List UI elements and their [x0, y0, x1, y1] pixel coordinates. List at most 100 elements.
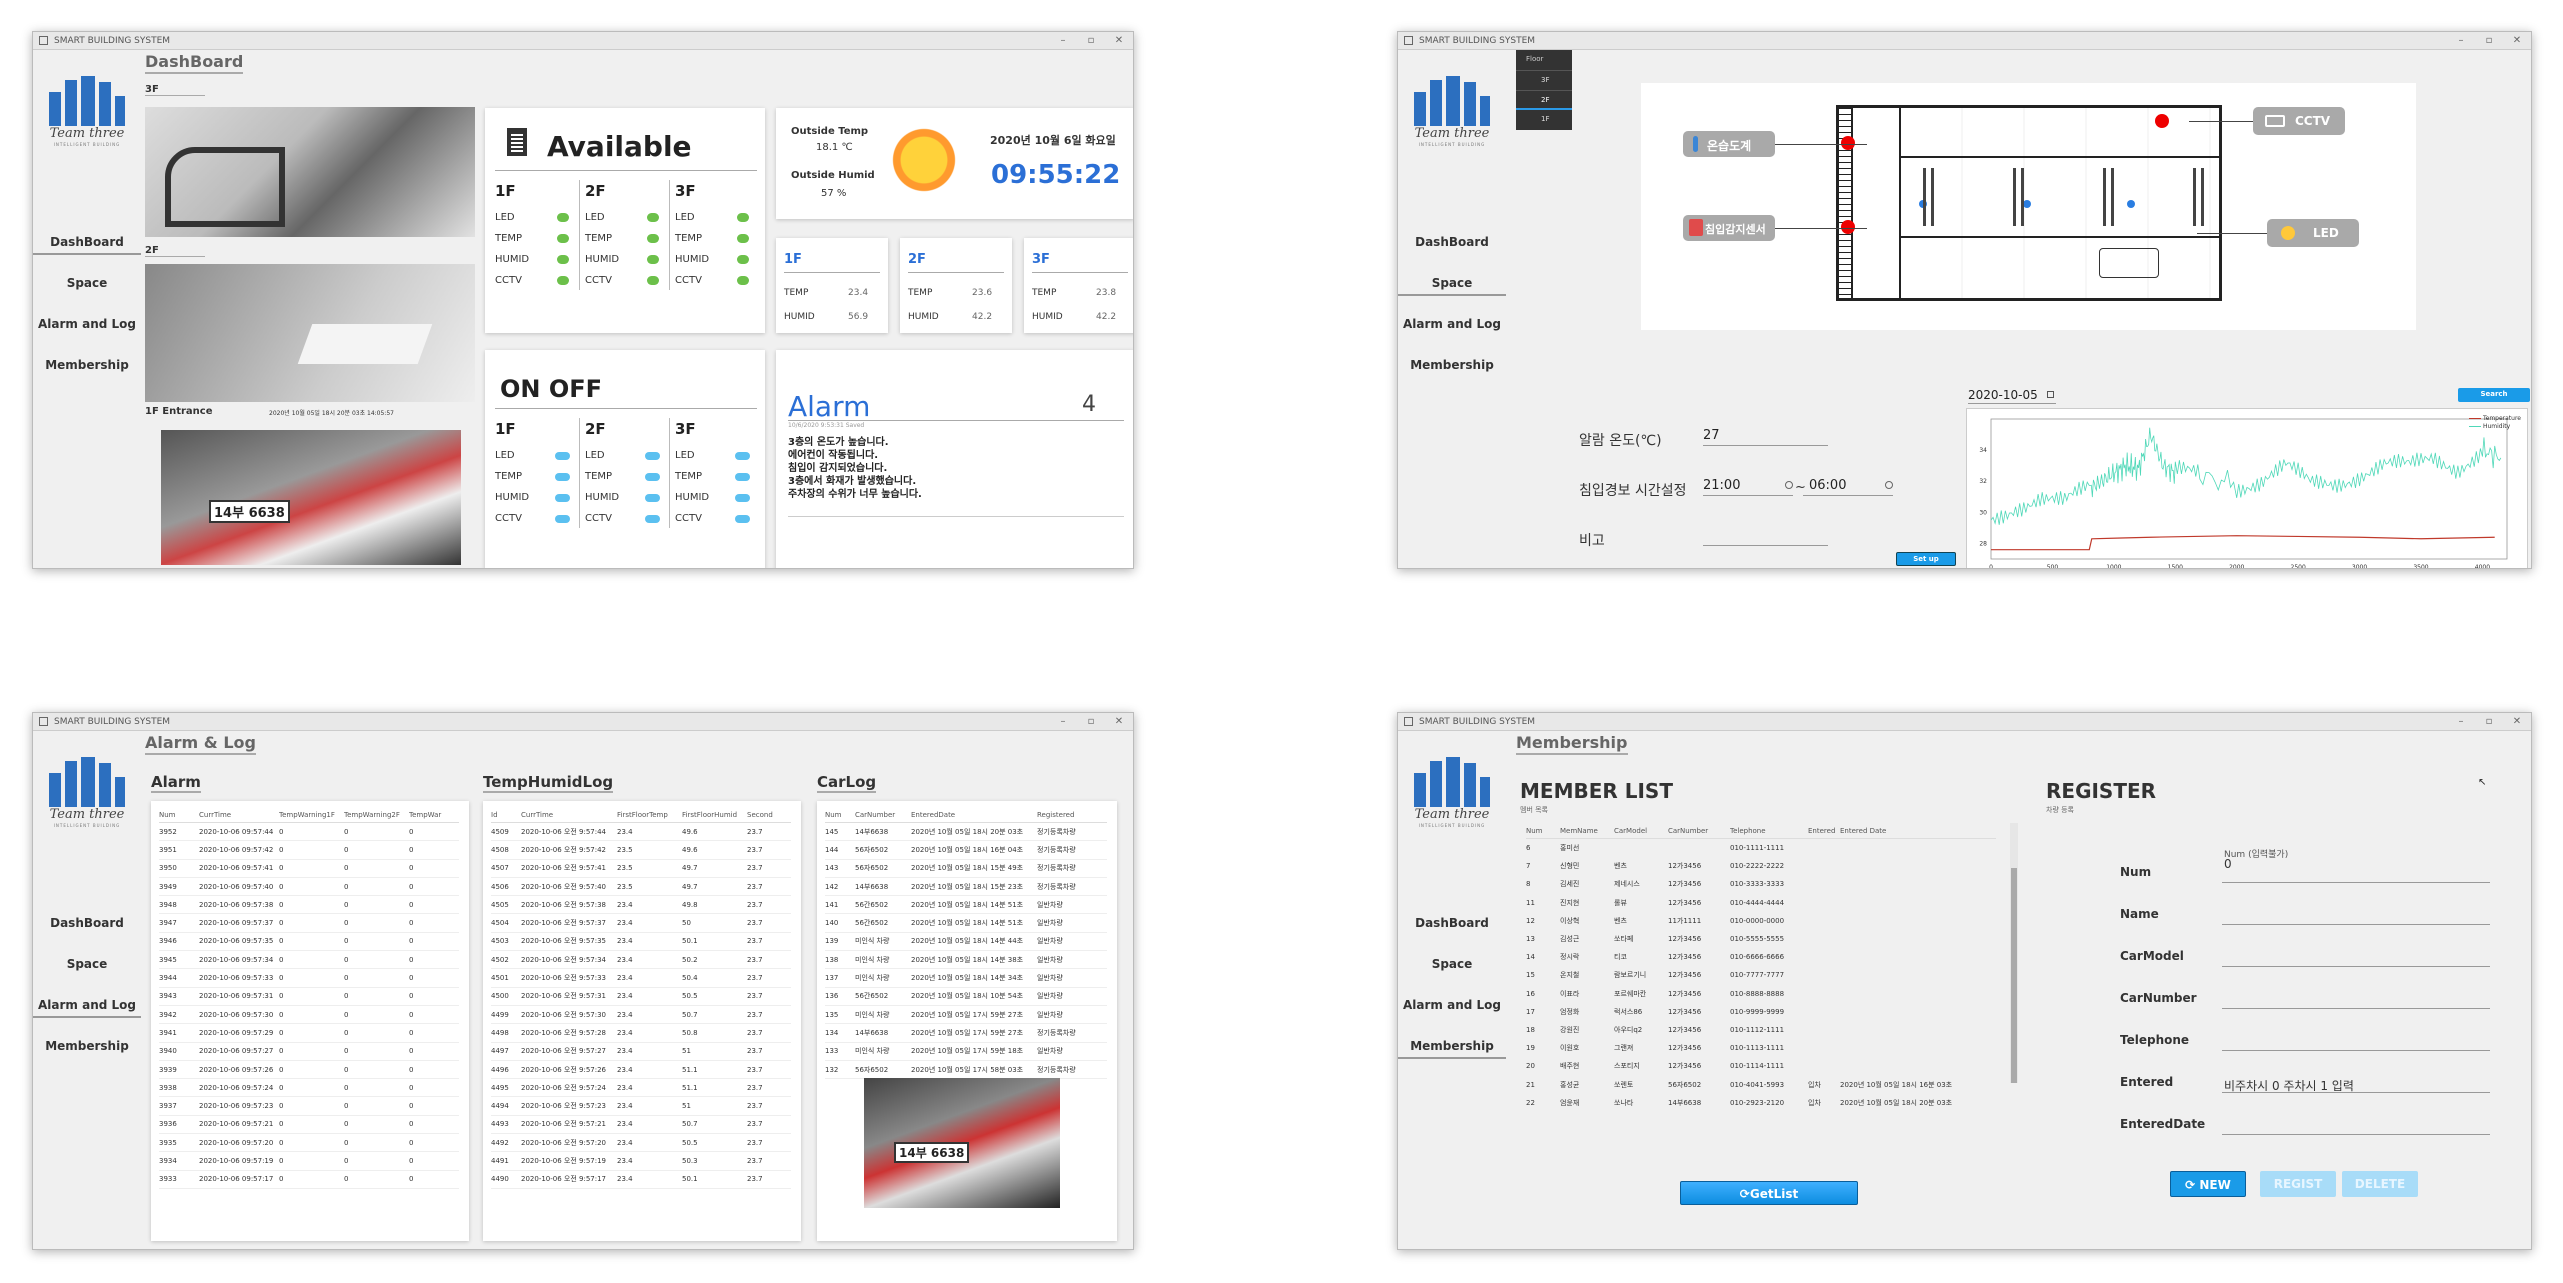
member-table-scrollbar[interactable] [2010, 823, 2018, 1083]
alarm-row[interactable]: 3948 2020-10-06 09:57:38 0 0 0 [159, 896, 459, 915]
column-header[interactable]: CarNumber [855, 811, 911, 819]
column-header[interactable]: CarNumber [1668, 827, 1730, 835]
alarm-row[interactable]: 3934 2020-10-06 09:57:19 0 0 0 [159, 1152, 459, 1171]
column-header[interactable]: EnteredDate [911, 811, 1037, 819]
field-input-carnumber[interactable] [2222, 989, 2490, 1009]
temp-row[interactable]: 4506 2020-10-06 오전 9:57:40 23.5 49.7 23.7 [491, 878, 791, 897]
maximize-button[interactable]: ▫ [2475, 716, 2503, 727]
column-header[interactable]: FirstFloorTemp [617, 811, 682, 819]
nav-space[interactable]: Space [33, 276, 141, 294]
member-row[interactable]: 6 홍미선 010-1111-1111 [1526, 839, 1996, 857]
toggle-switch[interactable] [555, 473, 570, 481]
temp-row[interactable]: 4494 2020-10-06 오전 9:57:23 23.4 51 23.7 [491, 1097, 791, 1116]
nav-dashboard[interactable]: DashBoard [33, 916, 141, 934]
temp-row[interactable]: 4491 2020-10-06 오전 9:57:19 23.4 50.3 23.7 [491, 1152, 791, 1171]
nav-dashboard[interactable]: DashBoard [33, 235, 141, 255]
temp-sensor-button[interactable]: 온습도계 [1683, 131, 1775, 157]
close-button[interactable]: ✕ [2503, 35, 2531, 46]
alarm-row[interactable]: 3939 2020-10-06 09:57:26 0 0 0 [159, 1061, 459, 1080]
member-row[interactable]: 8 김세진 제네시스 12가3456 010-3333-3333 [1526, 875, 1996, 893]
column-header[interactable]: TempWar [409, 811, 449, 819]
temp-row[interactable]: 4493 2020-10-06 오전 9:57:21 23.4 50.7 23.7 [491, 1116, 791, 1135]
temp-row[interactable]: 4490 2020-10-06 오전 9:57:17 23.4 50.1 23.7 [491, 1171, 791, 1189]
member-row[interactable]: 7 신형민 벤츠 12가3456 010-2222-2222 [1526, 857, 1996, 875]
nav-alarm-log[interactable]: Alarm and Log [33, 998, 141, 1018]
toggle-switch[interactable] [735, 473, 750, 481]
toggle-switch[interactable] [645, 452, 660, 460]
member-row[interactable]: 17 엄정화 럭서스86 12가3456 010-9999-9999 [1526, 1003, 1996, 1021]
column-header[interactable]: CurrTime [199, 811, 279, 819]
column-header[interactable]: Num [1526, 827, 1560, 835]
floor-2f[interactable]: 2F [1516, 90, 1572, 110]
temp-row[interactable]: 4503 2020-10-06 오전 9:57:35 23.4 50.1 23.7 [491, 933, 791, 952]
alarm-row[interactable]: 3936 2020-10-06 09:57:21 0 0 0 [159, 1116, 459, 1135]
member-row[interactable]: 20 배주현 스포티지 12가3456 010-1114-1111 [1526, 1057, 1996, 1075]
time-to-input[interactable]: 06:00 [1803, 478, 1893, 496]
field-input-carmodel[interactable] [2222, 947, 2490, 967]
alarm-row[interactable]: 3947 2020-10-06 09:57:37 0 0 0 [159, 914, 459, 933]
alarm-temp-input[interactable]: 27 [1703, 428, 1828, 446]
member-row[interactable]: 12 이상혁 벤츠 11가1111 010-0000-0000 [1526, 912, 1996, 930]
car-row[interactable]: 135 미인식 차량 2020년 10월 05일 17시 59분 27초 일반차량 [825, 1006, 1107, 1025]
maximize-button[interactable]: ▫ [1077, 716, 1105, 727]
regist-button[interactable]: REGIST [2260, 1171, 2336, 1197]
toggle-switch[interactable] [735, 494, 750, 502]
alarm-row[interactable]: 3951 2020-10-06 09:57:42 0 0 0 [159, 841, 459, 860]
column-header[interactable]: Id [491, 811, 521, 819]
alarm-row[interactable]: 3933 2020-10-06 09:57:17 0 0 0 [159, 1171, 459, 1189]
date-picker[interactable]: 2020-10-05 [1968, 388, 2056, 404]
column-header[interactable]: TempWarning2F [344, 811, 409, 819]
minimize-button[interactable]: – [2447, 716, 2475, 727]
temp-row[interactable]: 4504 2020-10-06 오전 9:57:37 23.4 50 23.7 [491, 914, 791, 933]
toggle-switch[interactable] [555, 515, 570, 523]
intrusion-sensor-button[interactable]: 침입감지센서 [1683, 215, 1775, 241]
temp-row[interactable]: 4505 2020-10-06 오전 9:57:38 23.4 49.8 23.7 [491, 896, 791, 915]
member-row[interactable]: 19 이원호 그랜져 12가3456 010-1113-1111 [1526, 1039, 1996, 1057]
member-row[interactable]: 18 강원진 아우디q2 12가3456 010-1112-1111 [1526, 1021, 1996, 1039]
field-input-telephone[interactable] [2222, 1031, 2490, 1051]
car-row[interactable]: 134 14부6638 2020년 10월 05일 17시 59분 27초 정기등록차… [825, 1024, 1107, 1043]
temp-row[interactable]: 4492 2020-10-06 오전 9:57:20 23.4 50.5 23.7 [491, 1134, 791, 1153]
nav-alarm-log[interactable]: Alarm and Log [33, 317, 141, 335]
column-header[interactable]: Telephone [1730, 827, 1808, 835]
column-header[interactable]: Entered Date [1840, 827, 1970, 835]
member-row[interactable]: 13 김성근 쏘타페 12가3456 010-5555-5555 [1526, 930, 1996, 948]
cctv-button[interactable]: CCTV [2253, 107, 2345, 135]
search-button[interactable]: Search [2458, 388, 2530, 402]
nav-alarm-log[interactable]: Alarm and Log [1398, 317, 1506, 335]
car-row[interactable]: 140 56간6502 2020년 10월 05일 18시 14분 51초 일반차량 [825, 914, 1107, 933]
close-button[interactable]: ✕ [1105, 716, 1133, 727]
column-header[interactable]: Registered [1037, 811, 1103, 819]
nav-space[interactable]: Space [1398, 957, 1506, 975]
alarm-row[interactable]: 3941 2020-10-06 09:57:29 0 0 0 [159, 1024, 459, 1043]
member-row[interactable]: 21 홍성균 쏘렌토 56자6502 010-4041-5993 입차 2020년 10월 … [1526, 1075, 1996, 1093]
alarm-row[interactable]: 3945 2020-10-06 09:57:34 0 0 0 [159, 951, 459, 970]
car-row[interactable]: 144 56자6502 2020년 10월 05일 18시 16분 04초 정기등록차… [825, 841, 1107, 860]
led-button[interactable]: LED [2267, 219, 2359, 247]
temp-row[interactable]: 4508 2020-10-06 오전 9:57:42 23.5 49.6 23.7 [491, 841, 791, 860]
minimize-button[interactable]: – [1049, 35, 1077, 46]
car-row[interactable]: 132 56자6502 2020년 10월 05일 17시 58분 03초 정기등록차… [825, 1061, 1107, 1080]
car-row[interactable]: 133 미인식 차량 2020년 10월 05일 17시 59분 18초 일반차량 [825, 1043, 1107, 1061]
column-header[interactable]: MemName [1560, 827, 1614, 835]
alarm-row[interactable]: 3942 2020-10-06 09:57:30 0 0 0 [159, 1006, 459, 1025]
floor-1f[interactable]: 1F [1516, 110, 1572, 130]
temp-row[interactable]: 4495 2020-10-06 오전 9:57:24 23.4 51.1 23.7 [491, 1079, 791, 1098]
field-input-name[interactable] [2222, 905, 2490, 925]
toggle-switch[interactable] [735, 452, 750, 460]
nav-membership[interactable]: Membership [33, 358, 141, 376]
maximize-button[interactable]: ▫ [1077, 35, 1105, 46]
toggle-switch[interactable] [645, 494, 660, 502]
alarm-row[interactable]: 3952 2020-10-06 09:57:44 0 0 0 [159, 823, 459, 842]
column-header[interactable]: Second [747, 811, 787, 819]
column-header[interactable]: FirstFloorHumid [682, 811, 747, 819]
alarm-row[interactable]: 3944 2020-10-06 09:57:33 0 0 0 [159, 969, 459, 988]
column-header[interactable]: Entered [1808, 827, 1840, 835]
member-row[interactable]: 15 온지철 람보르기니 12가3456 010-7777-7777 [1526, 966, 1996, 984]
alarm-row[interactable]: 3950 2020-10-06 09:57:41 0 0 0 [159, 860, 459, 878]
nav-dashboard[interactable]: DashBoard [1398, 235, 1506, 253]
floor-3f[interactable]: 3F [1516, 70, 1572, 90]
alarm-row[interactable]: 3938 2020-10-06 09:57:24 0 0 0 [159, 1079, 459, 1098]
temp-row[interactable]: 4507 2020-10-06 오전 9:57:41 23.5 49.7 23.7 [491, 860, 791, 878]
column-header[interactable]: CarModel [1614, 827, 1668, 835]
